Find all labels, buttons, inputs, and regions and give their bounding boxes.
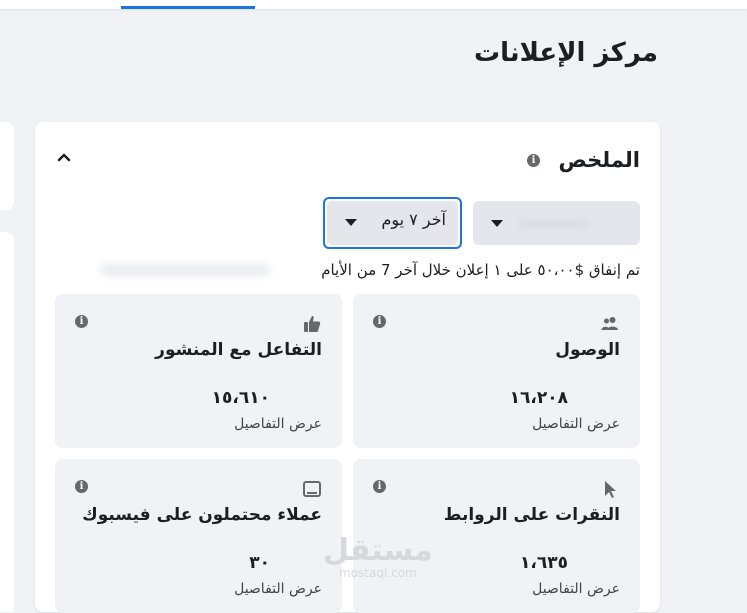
metric-value: ١،٦٣٥ [520,553,568,573]
metric-value: ٣٠ [249,553,270,573]
info-icon[interactable]: i [373,315,386,328]
side-card [0,232,14,612]
view-details-link[interactable]: عرض التفاصيل [532,581,620,597]
view-details-link[interactable]: عرض التفاصيل [234,581,322,597]
metric-card-facebook-leads: i عملاء محتملون على فيسبوك ٣٠ عرض التفاص… [55,459,342,613]
metric-label: النقرات على الروابط [443,505,620,525]
caret-down-icon [345,219,357,226]
info-icon[interactable]: i [75,480,88,493]
blurred-account-name [518,219,588,229]
date-range-label: آخر ٧ يوم [381,210,446,229]
metric-value: ١٦،٢٠٨ [509,388,568,408]
watermark-logo: مستقل mostaql.com [323,533,433,581]
metric-label: الوصول [555,340,620,360]
info-icon[interactable]: i [373,480,386,493]
watermark-arabic: مستقل [323,533,433,568]
info-icon[interactable]: i [527,154,540,167]
metric-card-reach: i الوصول ١٦،٢٠٨ عرض التفاصيل [353,294,640,448]
active-tab-indicator [121,6,255,9]
top-navigation-bar [0,0,747,9]
metric-label: التفاعل مع المنشور [155,340,322,360]
summary-title: الملخص [558,148,640,172]
metric-label: عملاء محتملون على فيسبوك [82,505,322,525]
view-details-link[interactable]: عرض التفاصيل [532,416,620,432]
cursor-icon [605,481,616,498]
info-icon[interactable]: i [75,315,88,328]
people-icon [601,317,618,330]
caret-down-icon [491,220,503,227]
spend-summary-text: تم إنفاق $٥٠،٠٠ على ١ إعلان خلال آخر 7 م… [321,261,640,279]
view-details-link[interactable]: عرض التفاصيل [234,416,322,432]
page-title: مركز الإعلانات [473,38,658,68]
blurred-text [100,264,270,276]
tablet-icon [303,481,321,497]
chevron-up-icon[interactable] [57,150,71,164]
thumbs-up-icon [304,316,321,332]
metric-card-post-engagement: i التفاعل مع المنشور ١٥،٦١٠ عرض التفاصيل [55,294,342,448]
account-filter-dropdown[interactable] [473,201,640,245]
date-range-dropdown[interactable]: آخر ٧ يوم [323,197,462,249]
side-card [0,122,14,210]
metric-value: ١٥،٦١٠ [211,388,270,408]
watermark-latin: mostaql.com [338,566,417,580]
